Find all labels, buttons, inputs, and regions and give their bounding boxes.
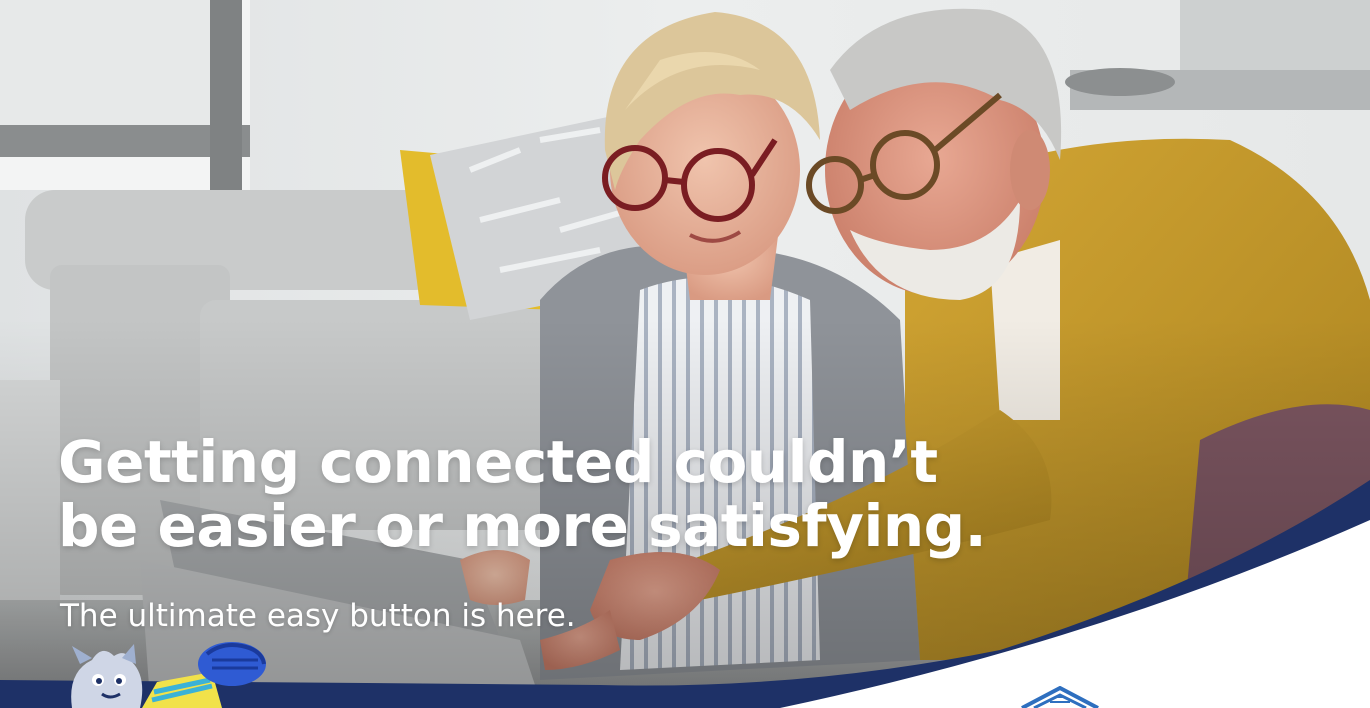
roof-logo-icon bbox=[1021, 686, 1099, 708]
hero-headline-line1: Getting connected couldn’t bbox=[58, 428, 938, 496]
hero-headline: Getting connected couldn’t be easier or … bbox=[58, 430, 1058, 558]
hero-subheadline: The ultimate easy button is here. bbox=[60, 598, 576, 634]
hero-headline-line2: be easier or more satisfying. bbox=[58, 492, 987, 560]
mascot-icon bbox=[71, 642, 266, 708]
hero-banner: Getting connected couldn’t be easier or … bbox=[0, 0, 1370, 708]
